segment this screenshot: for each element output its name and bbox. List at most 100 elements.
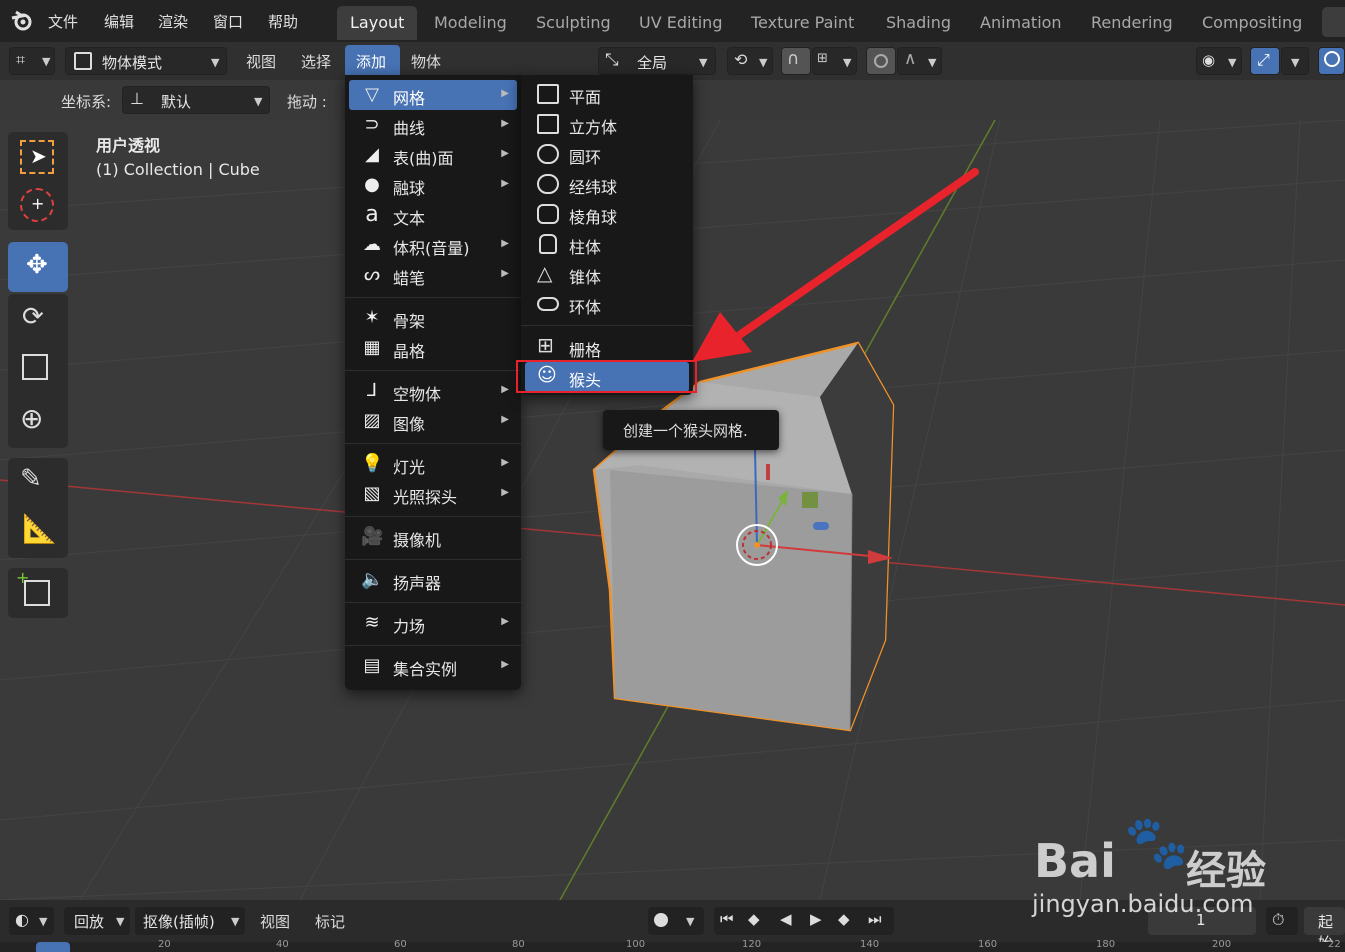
- gizmo-dropdown[interactable]: ▼: [1281, 47, 1309, 75]
- arrow-right-icon: ▶: [501, 616, 509, 627]
- scene-selector-icon[interactable]: [1322, 7, 1345, 37]
- menu-file[interactable]: 文件: [48, 11, 78, 32]
- tab-uv-editing[interactable]: UV Editing: [626, 6, 735, 40]
- object-mode-icon: [74, 52, 92, 70]
- volume-icon: ☁: [363, 234, 381, 255]
- menu-item-empty[interactable]: ⅃ 空物体 ▶: [349, 376, 517, 406]
- menu-item-grease-pencil[interactable]: ᔕ 蜡笔 ▶: [349, 260, 517, 290]
- timeline-menu-view[interactable]: 视图: [260, 911, 290, 932]
- playback-dropdown[interactable]: 回放 ▼: [64, 907, 130, 935]
- submenu-item-grid[interactable]: ⊞ 栅格: [525, 332, 689, 362]
- top-bar: 文件 编辑 渲染 窗口 帮助 Layout Modeling Sculpting…: [0, 0, 1345, 42]
- timeline-ruler[interactable]: 20 40 60 80 100 120 140 160 180 200 22: [0, 939, 1345, 952]
- coord-system-dropdown[interactable]: ⊥ 默认 ▼: [122, 86, 270, 114]
- menu-item-metaball[interactable]: ● 融球 ▶: [349, 170, 517, 200]
- menu-item-light-probe[interactable]: ▧ 光照探头 ▶: [349, 479, 517, 509]
- transform-orientation-dropdown[interactable]: ⤡ 全局 ▼: [598, 47, 716, 75]
- rotate-icon[interactable]: ⟳: [22, 302, 44, 332]
- arrow-right-icon: ▶: [501, 414, 509, 425]
- submenu-item-plane[interactable]: 平面: [525, 79, 689, 109]
- menu-edit[interactable]: 编辑: [104, 11, 134, 32]
- header-menu-object[interactable]: 物体: [411, 51, 441, 72]
- record-button[interactable]: ▼: [648, 907, 704, 935]
- tab-shading[interactable]: Shading: [873, 6, 964, 40]
- view-name: 用户透视: [96, 136, 161, 155]
- snap-target-dropdown[interactable]: ⊞ ▼: [812, 47, 857, 75]
- tab-layout[interactable]: Layout: [337, 6, 418, 40]
- menu-item-volume[interactable]: ☁ 体积(音量) ▶: [349, 230, 517, 260]
- menu-item-light[interactable]: 💡 灯光 ▶: [349, 449, 517, 479]
- annotate-icon[interactable]: ✎: [20, 464, 42, 494]
- transform-icon[interactable]: ⊕: [20, 402, 43, 435]
- tab-sculpting[interactable]: Sculpting: [523, 6, 624, 40]
- menu-window[interactable]: 窗口: [213, 11, 243, 32]
- submenu-item-circle[interactable]: 圆环: [525, 139, 689, 169]
- tab-animation[interactable]: Animation: [967, 6, 1075, 40]
- editor-type-icon: ⌗: [16, 50, 26, 69]
- chevron-down-icon: ▼: [231, 915, 240, 928]
- submenu-item-cylinder[interactable]: 柱体: [525, 229, 689, 259]
- cube-object[interactable]: [592, 341, 895, 732]
- scale-icon[interactable]: [22, 354, 48, 380]
- menu-item-surface[interactable]: ◢ 表(曲)面 ▶: [349, 140, 517, 170]
- tab-rendering[interactable]: Rendering: [1078, 6, 1186, 40]
- add-cube-tool[interactable]: +: [8, 568, 68, 618]
- pivot-icon: ⟲: [734, 50, 748, 69]
- menu-item-curve[interactable]: ⊃ 曲线 ▶: [349, 110, 517, 140]
- play-reverse-icon[interactable]: ◀: [780, 910, 792, 928]
- snap-toggle[interactable]: ∩: [781, 47, 811, 75]
- mode-dropdown[interactable]: 物体模式 ▼: [65, 47, 227, 75]
- axis-icon: ⊥: [130, 89, 144, 108]
- cursor-icon[interactable]: +: [20, 188, 54, 222]
- falloff-dropdown[interactable]: ∧ ▼: [897, 47, 942, 75]
- visibility-dropdown[interactable]: ◉ ▼: [1196, 47, 1242, 75]
- menu-item-force-field[interactable]: ≋ 力场 ▶: [349, 608, 517, 638]
- text-icon: a: [365, 202, 379, 227]
- submenu-item-cube[interactable]: 立方体: [525, 109, 689, 139]
- proportional-edit-toggle[interactable]: [866, 47, 896, 75]
- tab-compositing[interactable]: Compositing: [1189, 6, 1315, 40]
- menu-help[interactable]: 帮助: [268, 11, 298, 32]
- keying-dropdown[interactable]: 抠像(插帧) ▼: [135, 907, 245, 935]
- menu-item-speaker[interactable]: 🔈 扬声器: [349, 565, 517, 595]
- next-keyframe-icon[interactable]: ◆: [838, 910, 850, 928]
- playback-controls: ⏮ ◆ ◀ ▶ ◆ ⏭: [714, 907, 894, 935]
- blender-logo-icon[interactable]: [10, 8, 36, 34]
- submenu-item-cone[interactable]: △ 锥体: [525, 259, 689, 289]
- menu-render[interactable]: 渲染: [158, 11, 188, 32]
- chevron-down-icon: ▼: [254, 95, 263, 108]
- jump-start-icon[interactable]: ⏮: [720, 910, 734, 928]
- prev-keyframe-icon[interactable]: ◆: [748, 910, 760, 928]
- cube-icon: [537, 114, 559, 134]
- menu-item-lattice[interactable]: ▦ 晶格: [349, 333, 517, 363]
- jump-end-icon[interactable]: ⏭: [868, 910, 882, 928]
- pivot-point-dropdown[interactable]: ⟲ ▼: [727, 47, 773, 75]
- playhead[interactable]: [36, 942, 70, 952]
- submenu-item-ico-sphere[interactable]: 棱角球: [525, 199, 689, 229]
- measure-icon[interactable]: 📐: [22, 512, 57, 545]
- menu-item-camera[interactable]: 🎥 摄像机: [349, 522, 517, 552]
- header-menu-view[interactable]: 视图: [246, 51, 276, 72]
- menu-separator: [345, 370, 521, 371]
- menu-item-collection-instance[interactable]: ▤ 集合实例 ▶: [349, 651, 517, 681]
- menu-item-mesh[interactable]: ▽ 网格 ▶: [349, 80, 517, 110]
- editor-type-dropdown[interactable]: ⌗ ▼: [9, 47, 55, 75]
- torus-icon: [537, 297, 559, 311]
- gizmo-toggle[interactable]: ⤢: [1250, 47, 1280, 75]
- select-box-icon[interactable]: ➤: [20, 140, 54, 174]
- menu-item-text[interactable]: a 文本: [349, 200, 517, 230]
- header-menu-add[interactable]: 添加: [345, 45, 400, 78]
- timeline-menu-marker[interactable]: 标记: [315, 911, 345, 932]
- overlay-toggle[interactable]: [1318, 47, 1345, 75]
- play-icon[interactable]: ▶: [810, 910, 822, 928]
- timeline-editor-dropdown[interactable]: ◐ ▼: [9, 907, 54, 935]
- armature-icon: ✶: [364, 307, 380, 328]
- menu-item-armature[interactable]: ✶ 骨架: [349, 303, 517, 333]
- header-menu-select[interactable]: 选择: [301, 51, 331, 72]
- submenu-item-uv-sphere[interactable]: 经纬球: [525, 169, 689, 199]
- tab-modeling[interactable]: Modeling: [421, 6, 520, 40]
- tab-texture-paint[interactable]: Texture Paint: [738, 6, 867, 40]
- menu-item-image[interactable]: ▨ 图像 ▶: [349, 406, 517, 436]
- move-tool[interactable]: ✥: [8, 242, 68, 292]
- submenu-item-torus[interactable]: 环体: [525, 289, 689, 319]
